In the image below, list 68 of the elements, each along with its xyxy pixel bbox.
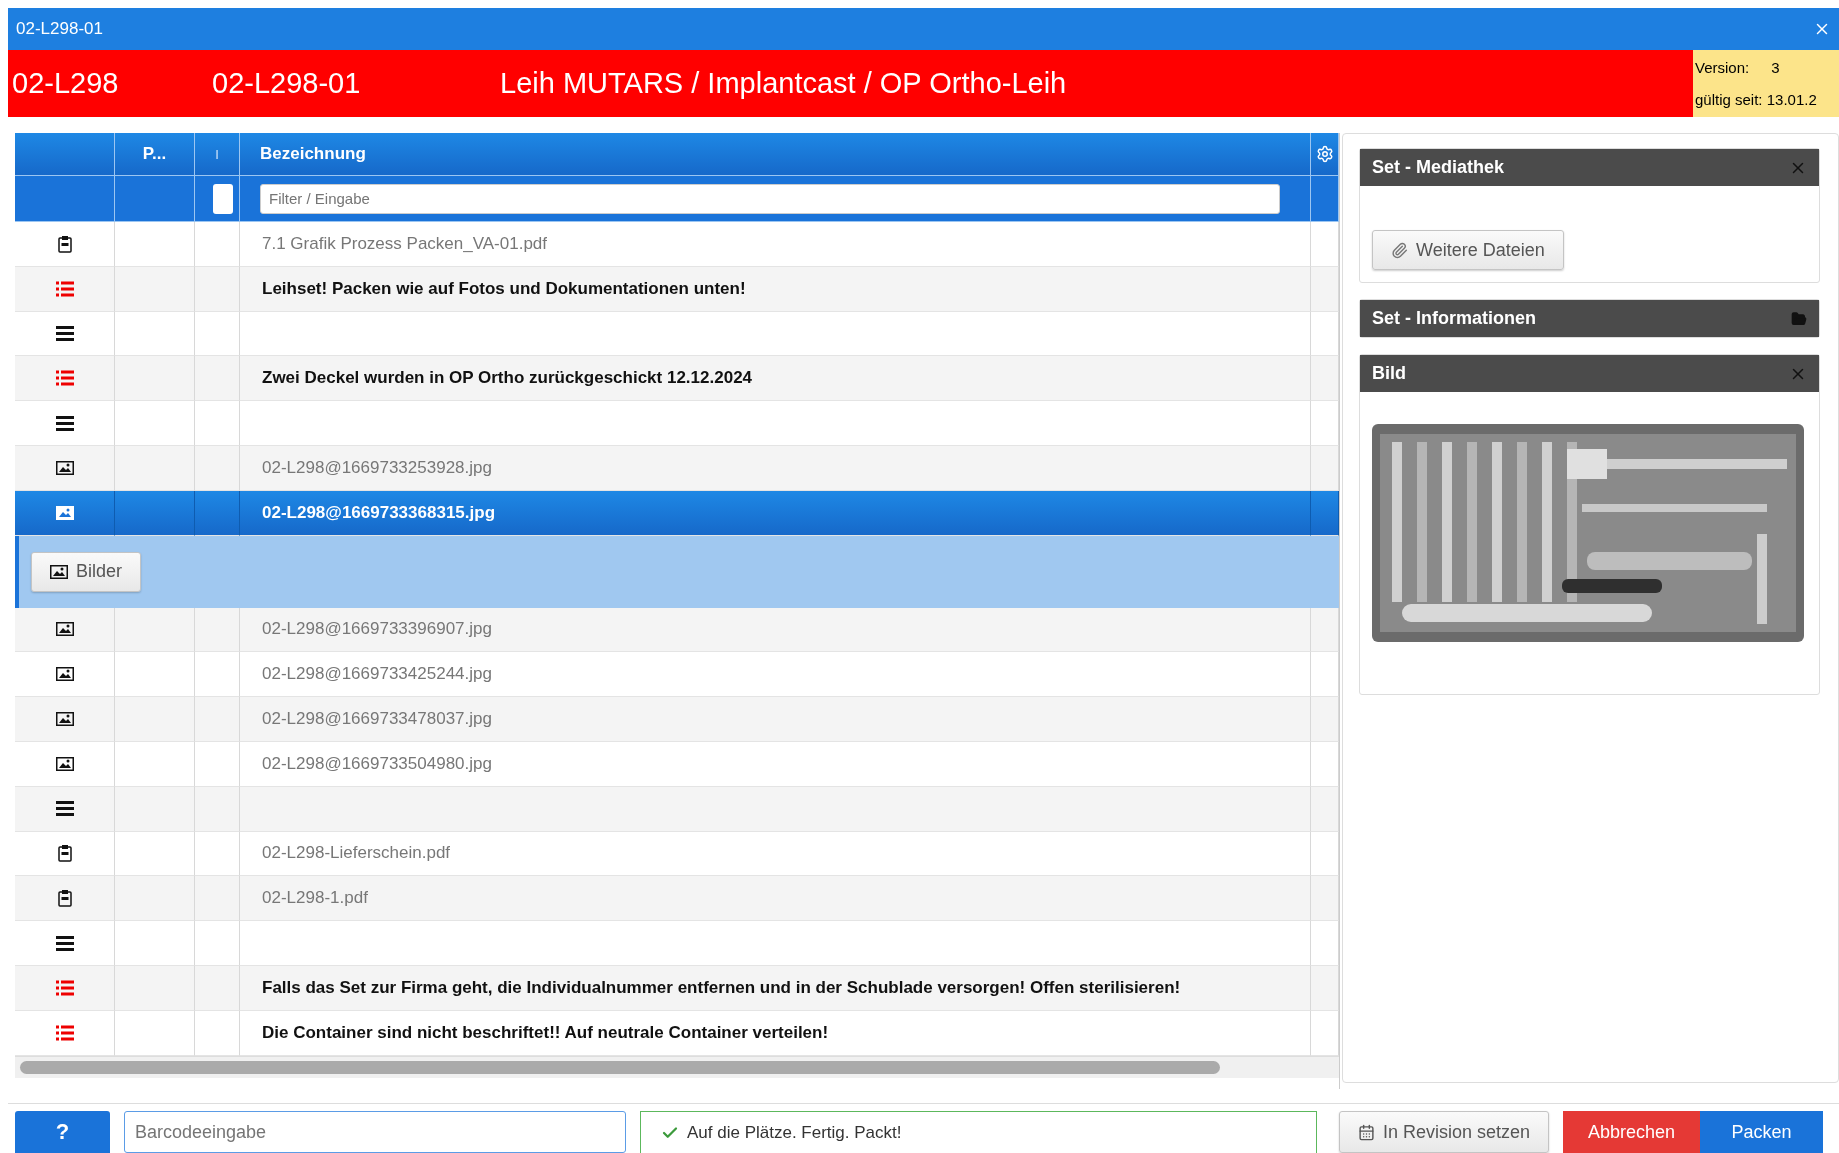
- clipboard-icon: [57, 234, 72, 253]
- list-icon: [55, 979, 74, 996]
- table-row[interactable]: Falls das Set zur Firma geht, die Individualnummer entfernen und in der Schublade versorgen! Offen sterilisieren!: [15, 965, 1339, 1011]
- images-button[interactable]: Bilder: [31, 551, 142, 592]
- filter-field[interactable]: Filter / Eingabe: [260, 183, 1280, 214]
- table-cell: Falls das Set zur Firma geht, die Individualnummer entfernen und in der Schublade versorgen! Offen sterilisieren!: [240, 965, 1311, 1011]
- help-button[interactable]: ?: [15, 1111, 110, 1153]
- table-cell: 02-L298@1669733368315.jpg: [240, 490, 1311, 536]
- settings-icon[interactable]: [1315, 145, 1334, 163]
- table-cell: Leihset! Packen wie auf Fotos und Dokumentationen unten!: [240, 266, 1311, 312]
- barcode-field[interactable]: Barcodeeingabe: [124, 1111, 626, 1153]
- table-cell: 02-L298@1669733253928.jpg: [240, 446, 1311, 491]
- paperclip-icon: [1391, 241, 1408, 259]
- panel-title: Set - Informationen: [1372, 308, 1536, 329]
- panel-title: Set - Mediathek: [1372, 157, 1505, 178]
- table-row[interactable]: Leihset! Packen wie auf Fotos und Dokumentationen unten!: [15, 266, 1339, 312]
- calendar-icon: [1358, 1123, 1375, 1141]
- table-row[interactable]: Zwei Deckel wurden in OP Ortho zurückgeschickt 12.12.2024: [15, 356, 1339, 402]
- list-icon: [55, 370, 74, 387]
- cancel-button[interactable]: Abbrechen: [1563, 1111, 1701, 1153]
- set-id: 02-L298-01: [211, 67, 362, 100]
- image-icon: [55, 460, 74, 475]
- table-row[interactable]: 02-L298-Lieferschein.pdf: [15, 831, 1339, 877]
- status-text: Auf die Plätze. Fertig. Packt!: [687, 1122, 902, 1143]
- table-cell: Die Container sind nicht beschriftet!! Auf neutrale Container verteilen!: [240, 1010, 1311, 1056]
- image-icon: [55, 756, 74, 771]
- table-row[interactable]: [15, 401, 1339, 446]
- table-row[interactable]: 02-L298@1669733253928.jpg: [15, 446, 1339, 491]
- menu-icon: [55, 415, 74, 431]
- image-icon: [50, 564, 68, 579]
- image-icon: [55, 622, 74, 637]
- window-title: 02-L298-01: [16, 19, 103, 39]
- clipboard-icon: [57, 889, 72, 908]
- table-row[interactable]: Die Container sind nicht beschriftet!! Auf neutrale Container verteilen!: [15, 1010, 1339, 1056]
- panel-title: Bild: [1372, 363, 1406, 384]
- table-row[interactable]: [15, 786, 1339, 832]
- table-cell: 02-L298@1669733504980.jpg: [240, 741, 1311, 787]
- checkbox[interactable]: [213, 183, 233, 214]
- table-row[interactable]: [15, 311, 1339, 357]
- revision-button[interactable]: In Revision setzen: [1339, 1111, 1550, 1153]
- image-icon: [55, 667, 74, 682]
- table-row[interactable]: 02-L298@1669733478037.jpg: [15, 697, 1339, 742]
- table-row[interactable]: 02-L298-1.pdf: [15, 876, 1339, 922]
- pack-button[interactable]: Packen: [1700, 1111, 1824, 1153]
- menu-icon: [55, 801, 74, 817]
- clipboard-icon: [57, 844, 72, 863]
- table-row[interactable]: 02-L298@1669733504980.jpg: [15, 741, 1339, 787]
- valid-since: gültig seit: 13.01.2: [1695, 90, 1818, 108]
- menu-icon: [55, 326, 74, 341]
- more-files-button[interactable]: Weitere Dateien: [1372, 230, 1564, 270]
- menu-icon: [55, 935, 74, 951]
- table-row[interactable]: 02-L298@1669733396907.jpg: [15, 607, 1339, 653]
- scrollbar-thumb[interactable]: [20, 1060, 1220, 1074]
- table-row[interactable]: 02-L298@1669733425244.jpg: [15, 652, 1339, 698]
- list-icon: [55, 1024, 74, 1041]
- image-icon: [55, 505, 74, 520]
- folder-icon[interactable]: [1791, 310, 1807, 327]
- selected-row[interactable]: 02-L298@1669733368315.jpg: [15, 490, 1339, 536]
- table-row[interactable]: [15, 921, 1339, 966]
- table-cell: 7.1 Grafik Prozess Packen_VA-01.pdf: [240, 222, 1311, 267]
- list-icon: [55, 280, 74, 297]
- image-icon: [55, 712, 74, 727]
- set-code: 02-L298: [11, 67, 120, 100]
- table-cell: 02-L298@1669733478037.jpg: [240, 697, 1311, 742]
- version-label: Version:: [1695, 59, 1750, 77]
- table-row[interactable]: 7.1 Grafik Prozess Packen_VA-01.pdf: [15, 222, 1339, 267]
- version-number: 3: [1771, 59, 1780, 77]
- set-name: Leih MUTARS / Implantcast / OP Ortho-Leih: [499, 67, 1068, 100]
